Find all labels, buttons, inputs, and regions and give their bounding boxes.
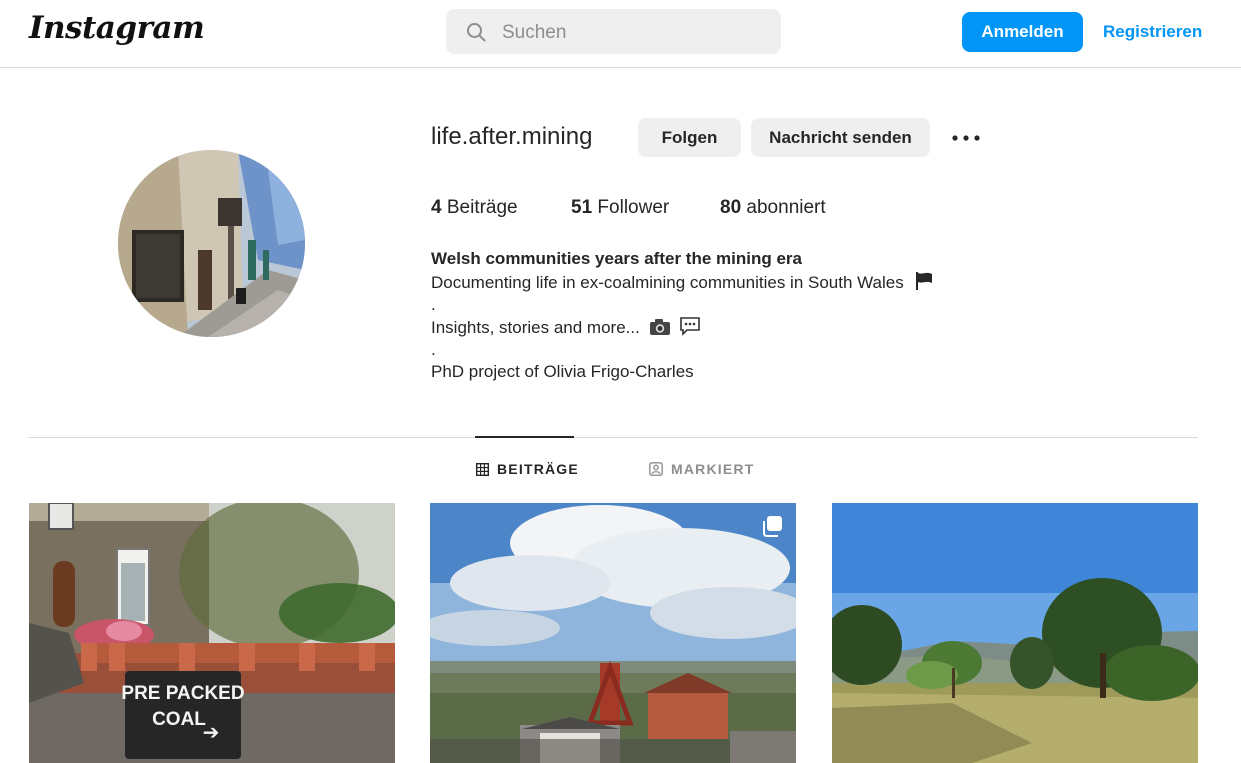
avatar-street-photo: [118, 150, 305, 337]
flag-icon: [916, 272, 933, 290]
search-input[interactable]: [500, 9, 774, 56]
sign-text-line-2: COAL: [152, 709, 206, 730]
grid-icon: [476, 462, 489, 476]
follow-button[interactable]: Folgen: [638, 118, 741, 157]
post-tile[interactable]: PRE PACKED COAL ➔: [29, 503, 395, 763]
register-link[interactable]: Registrieren: [1103, 22, 1202, 42]
profile-avatar[interactable]: [118, 150, 305, 337]
following-label: abonniert: [746, 197, 826, 218]
following-count: 80: [720, 197, 742, 218]
bio-title: Welsh communities years after the mining…: [431, 249, 802, 268]
multi-image-icon: [763, 516, 782, 537]
search-box[interactable]: [446, 9, 781, 56]
post-image-coal-sign: PRE PACKED COAL ➔: [29, 503, 395, 763]
bio-line-3: PhD project of Olivia Frigo-Charles: [431, 362, 694, 381]
following-stat[interactable]: 80 abonniert: [720, 197, 826, 219]
followers-label: Follower: [597, 197, 670, 218]
camera-icon: [649, 319, 670, 335]
followers-count: 51: [571, 197, 593, 218]
tab-posts[interactable]: BEITRÄGE: [476, 461, 579, 477]
search-icon: [467, 23, 486, 42]
posts-count-stat: 4 Beiträge: [431, 197, 518, 219]
bio-line-1: Documenting life in ex-coalmining commun…: [431, 271, 934, 294]
active-tab-indicator: [475, 436, 574, 438]
tab-posts-label: BEITRÄGE: [497, 461, 579, 477]
bio-line-2: Insights, stories and more...: [431, 316, 701, 339]
instagram-logo[interactable]: Instagram: [29, 10, 205, 46]
bio-separator-2: .: [431, 340, 436, 359]
sign-text-line-1: PRE PACKED: [121, 683, 244, 704]
top-navigation-bar: Instagram Anmelden Registrieren: [0, 0, 1241, 68]
profile-username: life.after.mining: [431, 123, 593, 150]
tagged-icon: [649, 462, 663, 476]
tab-tagged-label: MARKIERT: [671, 461, 755, 477]
posts-count: 4: [431, 197, 442, 218]
bio-separator-1: .: [431, 295, 436, 314]
sign-arrow: ➔: [203, 720, 220, 744]
tab-tagged[interactable]: MARKIERT: [649, 461, 754, 477]
post-tile[interactable]: [430, 503, 796, 763]
bio-line-2-text: Insights, stories and more...: [431, 318, 640, 337]
bio-line-1-text: Documenting life in ex-coalmining commun…: [431, 273, 904, 292]
speech-bubble-icon: [680, 317, 701, 336]
send-message-button[interactable]: Nachricht senden: [751, 118, 930, 157]
post-tile[interactable]: [832, 503, 1198, 763]
post-image-field-trees: [832, 503, 1198, 763]
post-image-colliery-view: [430, 503, 796, 763]
tabs-divider: [28, 437, 1198, 438]
more-icon[interactable]: [951, 128, 981, 148]
login-button[interactable]: Anmelden: [962, 12, 1083, 52]
posts-label: Beiträge: [446, 197, 518, 218]
followers-stat[interactable]: 51 Follower: [571, 197, 669, 219]
